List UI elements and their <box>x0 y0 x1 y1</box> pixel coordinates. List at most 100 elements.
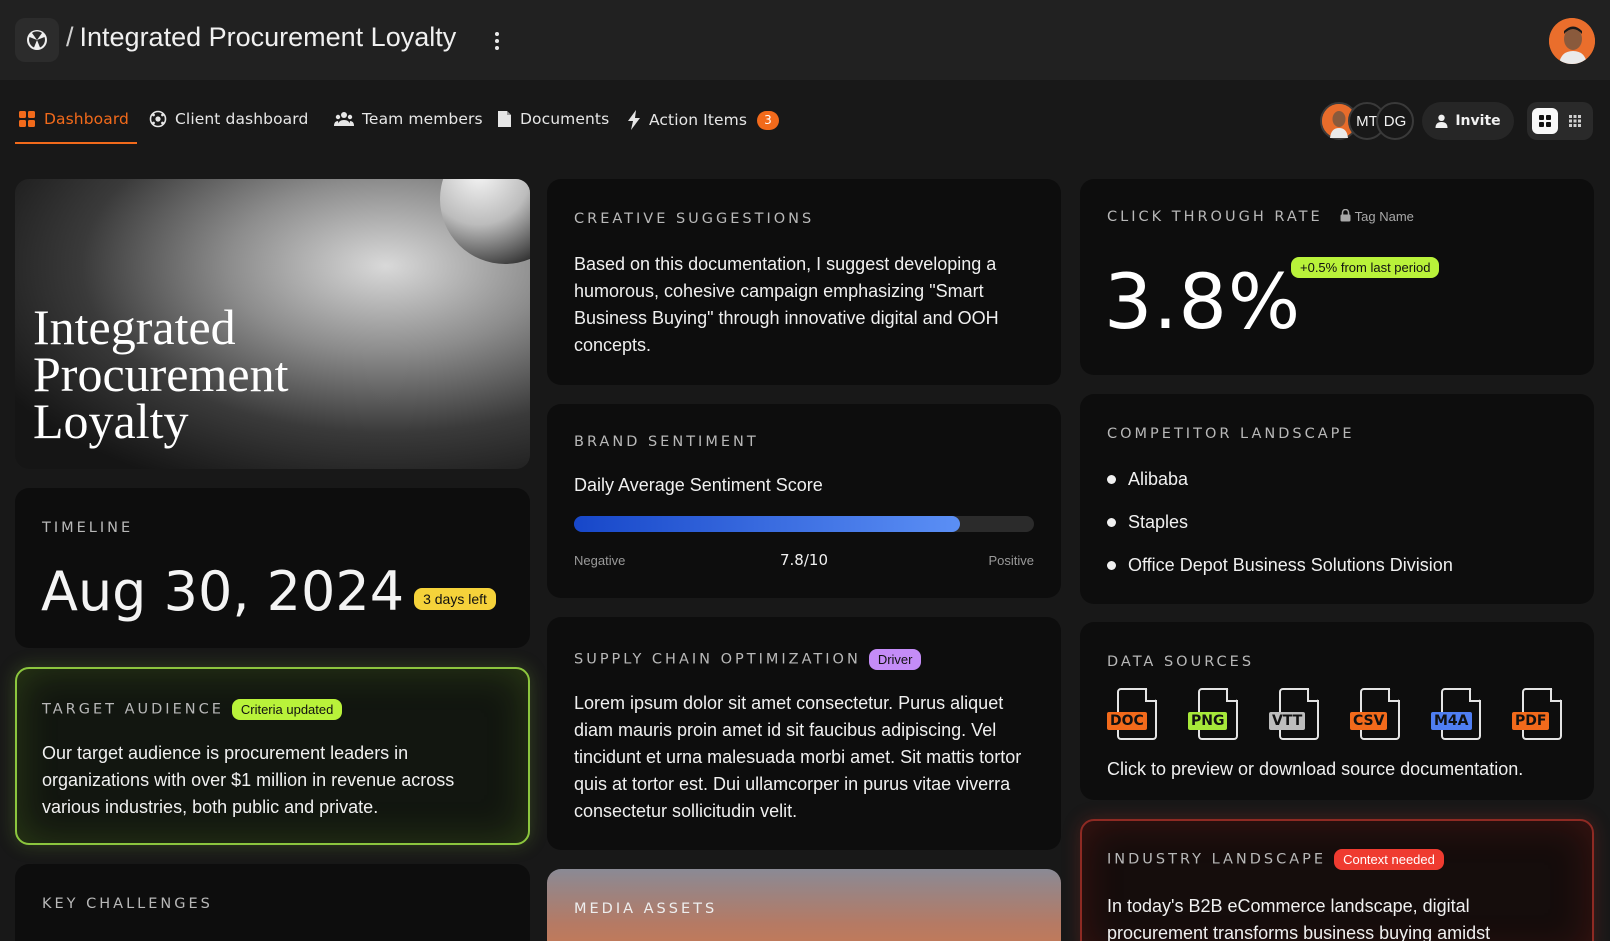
industry-landscape-card[interactable]: INDUSTRY LANDSCAPE Context needed In toda… <box>1080 819 1594 941</box>
competitor-landscape-card[interactable]: COMPETITOR LANDSCAPE Alibaba Staples Off… <box>1080 394 1594 604</box>
document-icon <box>498 111 511 127</box>
sentiment-score: 7.8/10 <box>780 551 828 569</box>
tab-action-items-label: Action Items <box>649 111 748 129</box>
creative-suggestions-card[interactable]: CREATIVE SUGGESTIONS Based on this docum… <box>547 179 1061 385</box>
hero-title-line: Procurement <box>33 346 289 402</box>
click-through-rate-card[interactable]: CLICK THROUGH RATE Tag Name 3.8% +0.5% f… <box>1080 179 1594 375</box>
tab-action-items[interactable]: Action Items 3 <box>627 110 780 130</box>
supply-chain-header: SUPPLY CHAIN OPTIMIZATION Driver <box>574 649 922 670</box>
brand-sentiment-label: BRAND SENTIMENT <box>574 434 759 450</box>
lightning-icon <box>628 110 640 130</box>
competitor-name: Alibaba <box>1128 469 1189 489</box>
data-sources-card[interactable]: DATA SOURCES DOC PNG VTT CSV M4A PDF Cli… <box>1080 622 1594 800</box>
media-assets-card[interactable]: MEDIA ASSETS <box>547 869 1061 941</box>
brand-sentiment-card[interactable]: BRAND SENTIMENT Daily Average Sentiment … <box>547 404 1061 598</box>
competitor-name: Staples <box>1128 512 1189 532</box>
file-type-tag: DOC <box>1107 712 1147 730</box>
competitor-name: Office Depot Business Solutions Division <box>1128 555 1453 575</box>
target-audience-text: Our target audience is procurement leade… <box>42 743 455 817</box>
supply-chain-card[interactable]: SUPPLY CHAIN OPTIMIZATION Driver Lorem ip… <box>547 617 1061 850</box>
tab-team-members[interactable]: Team members <box>334 110 483 128</box>
action-items-count-badge: 3 <box>757 110 780 130</box>
team-avatar-stack[interactable]: MT DG <box>1320 102 1416 140</box>
vtt-file-icon[interactable]: VTT <box>1269 688 1321 744</box>
ctr-label: CLICK THROUGH RATE <box>1107 209 1323 225</box>
tab-documents[interactable]: Documents <box>497 110 609 128</box>
list-item: Office Depot Business Solutions Division <box>1107 544 1453 587</box>
more-options-icon[interactable] <box>491 28 503 54</box>
tab-client-dashboard-label: Client dashboard <box>175 110 309 128</box>
days-left-badge: 3 days left <box>414 588 496 611</box>
competitor-list: Alibaba Staples Office Depot Business So… <box>1107 458 1453 587</box>
target-audience-card[interactable]: TARGET AUDIENCE Criteria updated Our targ… <box>15 667 530 845</box>
hero-title: Integrated Procurement Loyalty <box>33 299 289 449</box>
tab-documents-label: Documents <box>520 110 610 128</box>
title-separator: / <box>66 22 74 52</box>
file-type-tag: VTT <box>1269 712 1306 730</box>
team-icon <box>334 112 354 126</box>
grid-view-icon <box>1539 115 1551 127</box>
context-needed-badge: Context needed <box>1334 849 1444 870</box>
timeline-date-text: Aug 30, 2024 <box>41 560 405 623</box>
tab-client-dashboard[interactable]: Client dashboard <box>149 110 308 128</box>
file-type-tag: PNG <box>1188 712 1228 730</box>
compact-view-button[interactable] <box>1562 108 1588 134</box>
sentiment-bar-fill <box>574 516 961 532</box>
industry-landscape-header: INDUSTRY LANDSCAPE Context needed <box>1107 849 1444 870</box>
sentiment-high-label: Positive <box>988 553 1034 568</box>
file-type-tag: PDF <box>1512 712 1550 730</box>
timeline-date: Aug 30, 2024 3 days left <box>41 560 496 623</box>
project-title: Integrated Procurement Loyalty <box>79 22 457 52</box>
doc-file-icon[interactable]: DOC <box>1107 688 1159 744</box>
user-avatar[interactable] <box>1549 18 1595 64</box>
data-sources-label: DATA SOURCES <box>1107 654 1255 670</box>
invite-button[interactable]: Invite <box>1422 102 1514 140</box>
csv-file-icon[interactable]: CSV <box>1350 688 1402 744</box>
page-title: / Integrated Procurement Loyalty <box>66 22 456 53</box>
grid-view-button[interactable] <box>1532 108 1558 134</box>
ctr-tag: Tag Name <box>1340 208 1414 224</box>
file-type-tag: CSV <box>1350 712 1388 730</box>
png-file-icon[interactable]: PNG <box>1188 688 1240 744</box>
pdf-file-icon[interactable]: PDF <box>1512 688 1564 744</box>
timeline-card[interactable]: TIMELINE Aug 30, 2024 3 days left <box>15 488 530 648</box>
ctr-value: 3.8% <box>1104 257 1302 346</box>
list-item: Alibaba <box>1107 458 1453 501</box>
supply-chain-label: SUPPLY CHAIN OPTIMIZATION <box>574 651 861 668</box>
ctr-tag-text: Tag Name <box>1354 209 1414 224</box>
target-audience-label: TARGET AUDIENCE <box>42 701 224 718</box>
data-sources-caption: Click to preview or download source docu… <box>1107 759 1524 779</box>
client-icon <box>149 110 167 128</box>
top-bar: / Integrated Procurement Loyalty <box>0 0 1610 80</box>
supply-chain-text: Lorem ipsum dolor sit amet consectetur. … <box>574 693 1022 821</box>
file-type-tag: M4A <box>1431 712 1472 730</box>
active-tab-indicator <box>15 142 137 144</box>
industry-landscape-label: INDUSTRY LANDSCAPE <box>1107 851 1327 868</box>
key-challenges-label: KEY CHALLENGES <box>42 896 213 912</box>
logo-icon <box>27 30 47 50</box>
tab-dashboard[interactable]: Dashboard <box>18 110 129 128</box>
hero-orb-decoration <box>440 179 530 264</box>
compact-view-icon <box>1569 115 1581 127</box>
m4a-file-icon[interactable]: M4A <box>1431 688 1483 744</box>
sentiment-bar-track <box>574 516 1034 532</box>
industry-landscape-text: In today's B2B eCommerce landscape, digi… <box>1107 896 1491 941</box>
team-avatar-dg[interactable]: DG <box>1376 102 1414 140</box>
ctr-change-badge: +0.5% from last period <box>1291 257 1440 278</box>
hero-title-line: Integrated <box>33 299 236 355</box>
criteria-updated-badge: Criteria updated <box>231 699 343 720</box>
target-audience-header: TARGET AUDIENCE Criteria updated <box>42 699 343 720</box>
lock-icon <box>1340 208 1351 222</box>
key-challenges-card[interactable]: KEY CHALLENGES <box>15 864 530 941</box>
competitor-landscape-label: COMPETITOR LANDSCAPE <box>1107 426 1355 442</box>
ctr-header: CLICK THROUGH RATE Tag Name <box>1107 208 1414 225</box>
app-logo[interactable] <box>15 18 59 62</box>
creative-suggestions-text: Based on this documentation, I suggest d… <box>574 254 999 355</box>
hero-title-line: Loyalty <box>33 393 189 449</box>
person-icon <box>1435 114 1448 128</box>
hero-card: Integrated Procurement Loyalty <box>15 179 530 469</box>
user-avatar-icon <box>1549 18 1595 64</box>
media-assets-label: MEDIA ASSETS <box>574 901 718 917</box>
tab-dashboard-label: Dashboard <box>44 110 129 128</box>
invite-button-label: Invite <box>1455 113 1501 129</box>
